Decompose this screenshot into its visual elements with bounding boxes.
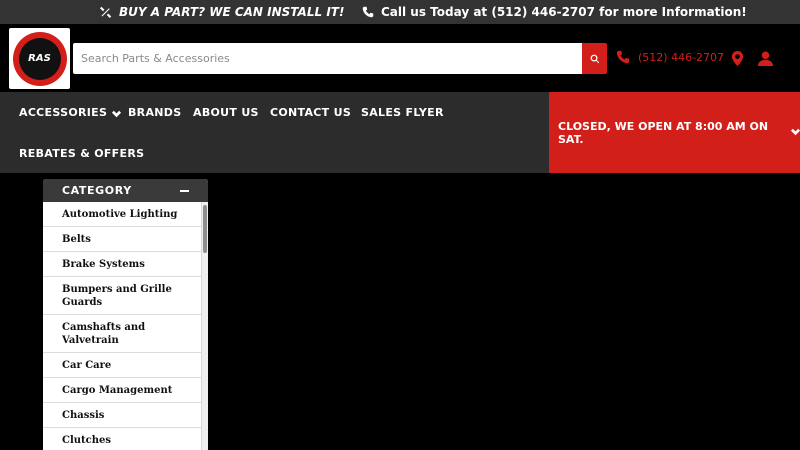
category-header[interactable]: CATEGORY	[43, 179, 208, 202]
site-header: RAS (512) 446-2707	[0, 24, 800, 92]
scrollbar-thumb[interactable]	[203, 205, 207, 253]
promo-install-text: BUY A PART? WE CAN INSTALL IT!	[119, 5, 345, 19]
promo-call[interactable]: Call us Today at (512) 446-2707 for more…	[362, 0, 747, 24]
category-panel: CATEGORY Automotive Lighting Belts Brake…	[43, 179, 208, 450]
collapse-icon[interactable]	[180, 189, 189, 192]
category-item[interactable]: Clutches	[43, 428, 201, 450]
category-item[interactable]: Automotive Lighting	[43, 202, 201, 227]
category-item[interactable]: Chassis	[43, 403, 201, 428]
category-item[interactable]: Cargo Management	[43, 378, 201, 403]
category-item[interactable]: Brake Systems	[43, 252, 201, 277]
chevron-down-icon	[790, 126, 800, 139]
nav-accessories-label: ACCESSORIES	[19, 105, 108, 119]
nav-brands[interactable]: BRANDS	[128, 102, 181, 122]
phone-icon	[362, 6, 374, 18]
search-icon	[590, 54, 599, 63]
header-phone-number: (512) 446-2707	[638, 50, 725, 64]
site-logo[interactable]: RAS	[9, 28, 70, 89]
category-item[interactable]: Car Care	[43, 353, 201, 378]
category-item[interactable]: Belts	[43, 227, 201, 252]
tools-icon	[100, 6, 112, 18]
search-input[interactable]	[73, 43, 582, 74]
account-button[interactable]	[758, 51, 773, 66]
main-nav: ACCESSORIES BRANDS ABOUT US CONTACT US S…	[0, 92, 549, 173]
location-button[interactable]	[731, 51, 744, 66]
nav-rebates[interactable]: REBATES & OFFERS	[19, 143, 144, 163]
category-item[interactable]: Camshafts and Valvetrain	[43, 315, 201, 353]
category-list: Automotive Lighting Belts Brake Systems …	[43, 202, 201, 450]
promo-install[interactable]: BUY A PART? WE CAN INSTALL IT!	[100, 0, 344, 24]
category-scrollbar[interactable]	[201, 202, 208, 450]
nav-sales-flyer[interactable]: SALES FLYER	[361, 102, 444, 122]
phone-icon	[616, 50, 630, 64]
map-pin-icon	[731, 51, 744, 66]
store-hours-toggle[interactable]: CLOSED, WE OPEN AT 8:00 AM ON SAT.	[549, 92, 800, 173]
nav-accessories[interactable]: ACCESSORIES	[19, 102, 122, 122]
promo-call-text: Call us Today at (512) 446-2707 for more…	[381, 5, 747, 19]
category-title: CATEGORY	[62, 184, 132, 197]
nav-about[interactable]: ABOUT US	[193, 102, 259, 122]
search-button[interactable]	[582, 43, 607, 74]
store-hours-text: CLOSED, WE OPEN AT 8:00 AM ON SAT.	[558, 119, 769, 146]
promo-bar: BUY A PART? WE CAN INSTALL IT! Call us T…	[0, 0, 800, 24]
category-item[interactable]: Bumpers and Grille Guards	[43, 277, 201, 315]
logo-text: RAS	[18, 37, 61, 80]
nav-contact[interactable]: CONTACT US	[270, 102, 351, 122]
logo-ring: RAS	[12, 31, 67, 86]
chevron-down-icon	[112, 108, 122, 117]
header-phone-link[interactable]: (512) 446-2707	[616, 50, 724, 64]
user-icon	[758, 51, 773, 66]
